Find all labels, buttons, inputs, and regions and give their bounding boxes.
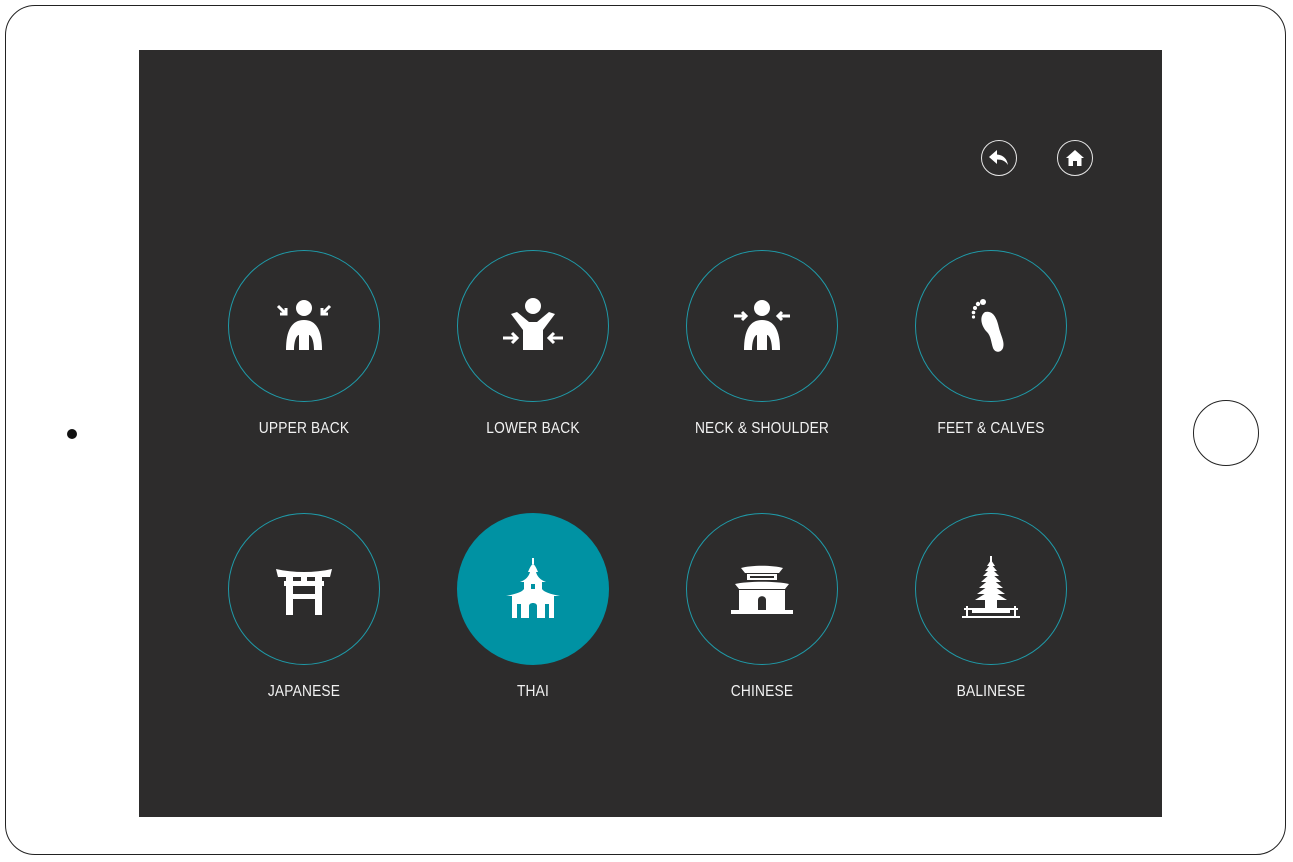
tile-upper-back-circle — [228, 250, 380, 402]
tile-lower-back[interactable]: LOWER BACK — [443, 250, 623, 470]
upper-back-icon — [276, 300, 332, 350]
tile-feet-calves[interactable]: FEET & CALVES — [901, 250, 1081, 470]
chinese-pavilion-icon — [731, 565, 793, 614]
app-screen: UPPER BACK LOWER BACK NECK & SHOULDER FE… — [139, 50, 1162, 817]
home-button[interactable] — [1057, 140, 1093, 176]
tile-upper-back[interactable]: UPPER BACK — [214, 250, 394, 470]
tile-balinese-label: BALINESE — [956, 683, 1026, 700]
neck-shoulder-icon — [734, 300, 790, 350]
hardware-home-button[interactable] — [1193, 400, 1259, 466]
tile-thai-label: THAI — [516, 683, 550, 700]
tile-upper-back-label: UPPER BACK — [258, 420, 350, 437]
lower-back-icon — [503, 298, 563, 350]
back-button[interactable] — [981, 140, 1017, 176]
tile-japanese[interactable]: JAPANESE — [214, 513, 394, 733]
tile-lower-back-circle — [457, 250, 609, 402]
tile-chinese-circle — [686, 513, 838, 665]
tile-lower-back-label: LOWER BACK — [486, 420, 580, 437]
tile-neck-shoulder-circle — [686, 250, 838, 402]
tile-japanese-label: JAPANESE — [267, 683, 341, 700]
tile-balinese-circle — [915, 513, 1067, 665]
tile-neck-shoulder-label: NECK & SHOULDER — [694, 420, 830, 437]
back-arrow-icon — [989, 150, 1008, 165]
balinese-pagoda-icon — [962, 556, 1020, 618]
tile-japanese-circle — [228, 513, 380, 665]
tile-feet-calves-circle — [915, 250, 1067, 402]
tile-chinese-label: CHINESE — [730, 683, 794, 700]
torii-gate-icon — [276, 569, 332, 615]
home-icon — [1066, 150, 1084, 166]
tile-neck-shoulder[interactable]: NECK & SHOULDER — [672, 250, 852, 470]
tile-feet-calves-label: FEET & CALVES — [937, 420, 1045, 437]
front-camera — [67, 429, 77, 439]
feet-calves-icon — [971, 299, 1004, 352]
tile-chinese[interactable]: CHINESE — [672, 513, 852, 733]
tile-thai[interactable]: THAI — [443, 513, 623, 733]
thai-temple-icon — [506, 558, 560, 618]
tile-balinese[interactable]: BALINESE — [901, 513, 1081, 733]
tile-thai-circle — [457, 513, 609, 665]
